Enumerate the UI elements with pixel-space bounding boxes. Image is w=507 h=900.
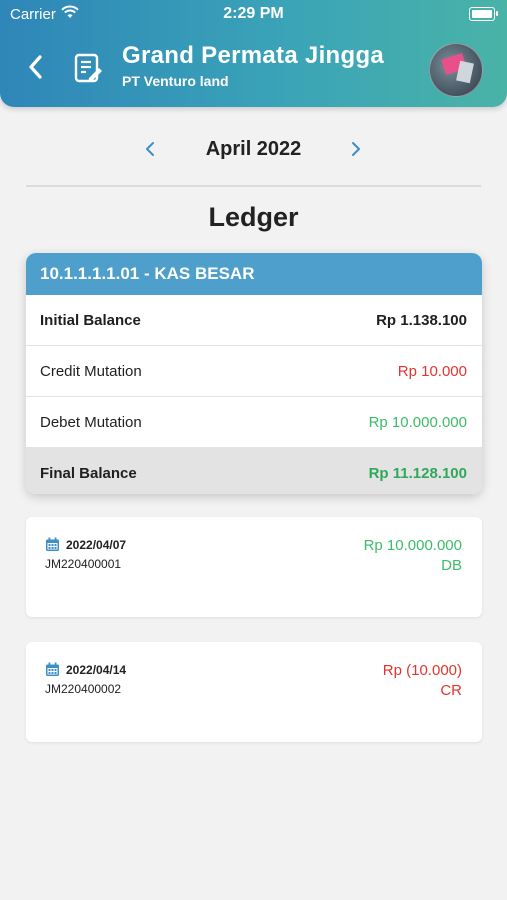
battery-icon <box>469 7 498 21</box>
transaction-date: 2022/04/07 <box>66 538 127 552</box>
transaction-ref: JM220400002 <box>45 682 122 696</box>
account-summary-card: 10.1.1.1.1.01 - KAS BESAR Initial Balanc… <box>26 253 482 494</box>
calendar-icon <box>45 537 60 552</box>
summary-row-initial-balance: Initial Balance Rp 1.138.100 <box>26 295 482 346</box>
account-name: 10.1.1.1.1.01 - KAS BESAR <box>26 253 482 295</box>
summary-label: Final Balance <box>40 465 137 482</box>
summary-row-debet-mutation: Debet Mutation Rp 10.000.000 <box>26 397 482 448</box>
transaction-ref: JM220400001 <box>45 557 122 571</box>
summary-value: Rp 10.000 <box>397 363 467 380</box>
transaction-card[interactable]: 2022/04/14 JM220400002 Rp (10.000) CR <box>26 642 482 742</box>
summary-value: Rp 11.128.100 <box>368 465 467 482</box>
summary-label: Debet Mutation <box>40 414 142 431</box>
transaction-type: CR <box>440 682 462 699</box>
clock: 2:29 PM <box>223 5 284 22</box>
back-arrow-icon[interactable] <box>22 52 52 82</box>
page-header-subtitle: PT Venturo land <box>122 73 229 89</box>
summary-value: Rp 10.000.000 <box>368 414 467 431</box>
avatar[interactable] <box>429 43 483 97</box>
document-list-icon <box>72 52 104 84</box>
summary-row-credit-mutation: Credit Mutation Rp 10.000 <box>26 346 482 397</box>
transaction-amount: Rp (10.000) <box>382 662 462 679</box>
transaction-card[interactable]: 2022/04/07 JM220400001 Rp 10.000.000 DB <box>26 517 482 617</box>
summary-row-final-balance: Final Balance Rp 11.128.100 <box>26 448 482 494</box>
calendar-icon <box>45 662 60 677</box>
status-bar: Carrier 2:29 PM <box>0 0 507 28</box>
summary-value: Rp 1.138.100 <box>376 312 467 329</box>
summary-label: Credit Mutation <box>40 363 142 380</box>
chevron-right-icon[interactable] <box>346 136 366 162</box>
month-selector: April 2022 <box>0 132 507 168</box>
page-title: Ledger <box>208 202 299 232</box>
transaction-date: 2022/04/14 <box>66 663 127 677</box>
transaction-amount: Rp 10.000.000 <box>363 537 462 554</box>
page-header-title: Grand Permata Jingga <box>122 42 385 69</box>
summary-label: Initial Balance <box>40 312 141 329</box>
app-header: Carrier 2:29 PM Grand Permata Jingga PT … <box>0 0 507 107</box>
current-month: April 2022 <box>205 138 302 160</box>
transaction-type: DB <box>441 557 462 574</box>
divider <box>26 185 481 187</box>
